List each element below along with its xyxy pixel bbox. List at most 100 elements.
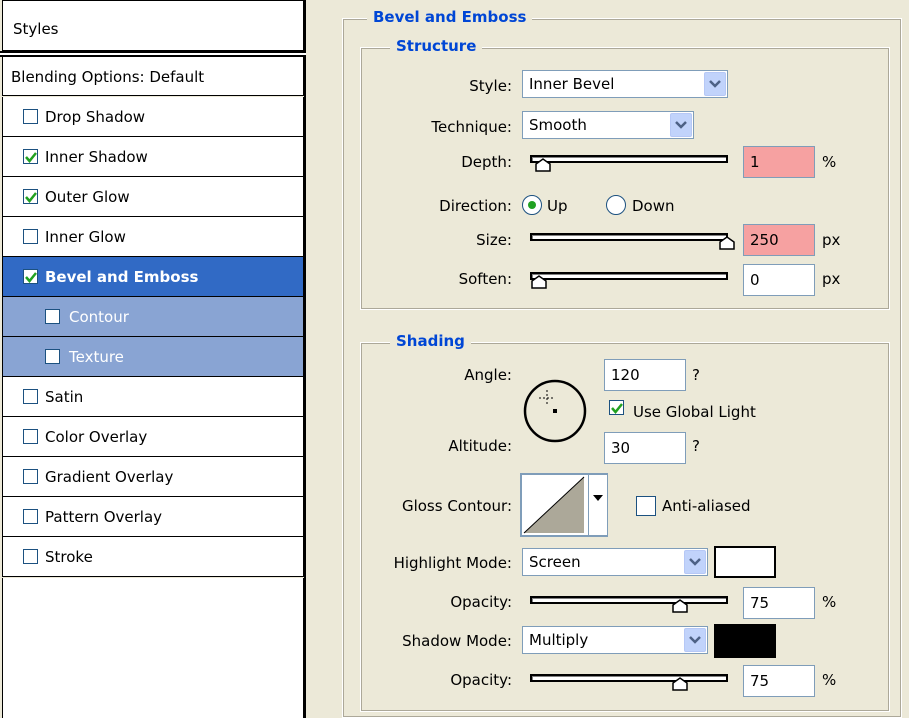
shadow-opacity-slider-thumb[interactable]: [672, 677, 688, 691]
highlight-mode-label: Highlight Mode:: [393, 554, 512, 572]
style-item-checkbox[interactable]: [23, 549, 38, 564]
blending-options-item[interactable]: Blending Options: Default: [2, 57, 304, 96]
style-item-checkbox[interactable]: [23, 389, 38, 404]
styles-header: Styles: [2, 0, 304, 51]
shading-title: Shading: [390, 332, 471, 350]
shadow-opacity-unit: %: [822, 671, 837, 689]
soften-unit: px: [822, 270, 841, 288]
chevron-down-icon[interactable]: [704, 72, 726, 96]
soften-slider-thumb[interactable]: [531, 275, 547, 289]
blending-options-label: Blending Options: Default: [11, 68, 205, 86]
style-item-label: Outer Glow: [45, 188, 130, 206]
soften-slider-track[interactable]: [530, 272, 728, 280]
anti-aliased-label: Anti-aliased: [662, 497, 751, 515]
depth-unit: %: [822, 153, 837, 171]
soften-label: Soften:: [458, 270, 512, 288]
style-item-label: Satin: [45, 388, 84, 406]
depth-slider-thumb[interactable]: [535, 158, 551, 172]
style-item-stroke[interactable]: Stroke: [2, 537, 304, 577]
shadow-opacity-input[interactable]: 75: [743, 665, 815, 697]
style-item-label: Inner Glow: [45, 228, 126, 246]
anti-aliased-checkbox[interactable]: [636, 496, 656, 516]
technique-select[interactable]: Smooth: [522, 111, 694, 139]
style-item-checkbox[interactable]: [23, 109, 38, 124]
style-item-checkbox[interactable]: [23, 189, 38, 204]
highlight-mode-select[interactable]: Screen: [522, 548, 708, 576]
angle-input[interactable]: 120: [604, 359, 686, 391]
bevel-emboss-title: Bevel and Emboss: [367, 8, 533, 26]
size-input[interactable]: 250: [743, 224, 815, 256]
style-item-inner-shadow[interactable]: Inner Shadow: [2, 137, 304, 177]
styles-list-empty-area: [2, 578, 304, 718]
altitude-input[interactable]: 30: [604, 432, 686, 464]
style-item-checkbox[interactable]: [23, 269, 38, 284]
chevron-down-icon[interactable]: [684, 550, 706, 574]
depth-input[interactable]: 1: [743, 146, 815, 178]
direction-label: Direction:: [439, 197, 512, 215]
direction-up-label: Up: [547, 197, 568, 215]
shadow-mode-label: Shadow Mode:: [402, 632, 512, 650]
style-item-drop-shadow[interactable]: Drop Shadow: [2, 97, 304, 137]
chevron-down-icon[interactable]: [684, 628, 706, 652]
contour-preview-icon: [523, 476, 585, 534]
triangle-down-icon: [593, 495, 603, 501]
style-select[interactable]: Inner Bevel: [522, 70, 728, 98]
size-slider-track[interactable]: [530, 233, 728, 241]
style-item-checkbox[interactable]: [45, 349, 60, 364]
shadow-mode-select[interactable]: Multiply: [522, 626, 708, 654]
style-item-checkbox[interactable]: [23, 469, 38, 484]
style-item-checkbox[interactable]: [23, 229, 38, 244]
highlight-opacity-slider-thumb[interactable]: [672, 599, 688, 613]
style-item-inner-glow[interactable]: Inner Glow: [2, 217, 304, 257]
style-item-checkbox[interactable]: [23, 429, 38, 444]
style-item-satin[interactable]: Satin: [2, 377, 304, 417]
soften-input[interactable]: 0: [743, 264, 815, 296]
style-item-outer-glow[interactable]: Outer Glow: [2, 177, 304, 217]
style-item-texture[interactable]: Texture: [2, 337, 304, 377]
direction-up-radio[interactable]: [522, 195, 542, 215]
style-item-label: Color Overlay: [45, 428, 148, 446]
direction-down-radio[interactable]: [606, 195, 626, 215]
technique-label: Technique:: [431, 118, 512, 136]
altitude-label: Altitude:: [448, 437, 512, 455]
style-item-label: Drop Shadow: [45, 108, 146, 126]
style-item-label: Gradient Overlay: [45, 468, 174, 486]
style-item-label: Pattern Overlay: [45, 508, 163, 526]
direction-down-label: Down: [632, 197, 675, 215]
style-item-bevel-and-emboss[interactable]: Bevel and Emboss: [2, 257, 304, 297]
chevron-down-icon[interactable]: [670, 113, 692, 137]
style-item-checkbox[interactable]: [23, 509, 38, 524]
style-select-value: Inner Bevel: [529, 75, 615, 93]
style-item-contour[interactable]: Contour: [2, 297, 304, 337]
depth-slider-track[interactable]: [530, 155, 728, 163]
shadow-opacity-label: Opacity:: [450, 671, 512, 689]
gloss-contour-picker[interactable]: [520, 473, 608, 537]
angle-dial[interactable]: [520, 376, 590, 446]
angle-label: Angle:: [464, 366, 512, 384]
style-item-label: Contour: [69, 308, 129, 326]
highlight-opacity-slider-track[interactable]: [530, 596, 728, 604]
shading-group: [360, 342, 890, 712]
style-item-pattern-overlay[interactable]: Pattern Overlay: [2, 497, 304, 537]
highlight-opacity-unit: %: [822, 593, 837, 611]
style-item-color-overlay[interactable]: Color Overlay: [2, 417, 304, 457]
highlight-opacity-label: Opacity:: [450, 593, 512, 611]
styles-header-label: Styles: [13, 20, 59, 38]
gloss-contour-label: Gloss Contour:: [401, 497, 512, 515]
size-label: Size:: [476, 231, 512, 249]
highlight-color-swatch[interactable]: [714, 546, 776, 578]
style-item-checkbox[interactable]: [23, 149, 38, 164]
shadow-mode-value: Multiply: [529, 631, 589, 649]
size-slider-thumb[interactable]: [719, 236, 735, 250]
gloss-contour-dropdown[interactable]: [588, 475, 607, 535]
highlight-opacity-input[interactable]: 75: [743, 587, 815, 619]
style-item-gradient-overlay[interactable]: Gradient Overlay: [2, 457, 304, 497]
styles-panel: Styles Blending Options: Default Drop Sh…: [0, 0, 306, 718]
angle-unit: ?: [692, 366, 700, 384]
style-item-label: Stroke: [45, 548, 93, 566]
shadow-color-swatch[interactable]: [714, 624, 776, 658]
depth-label: Depth:: [461, 153, 512, 171]
style-item-checkbox[interactable]: [45, 309, 60, 324]
shadow-opacity-slider-track[interactable]: [530, 674, 728, 682]
use-global-light-checkbox[interactable]: [609, 400, 624, 415]
